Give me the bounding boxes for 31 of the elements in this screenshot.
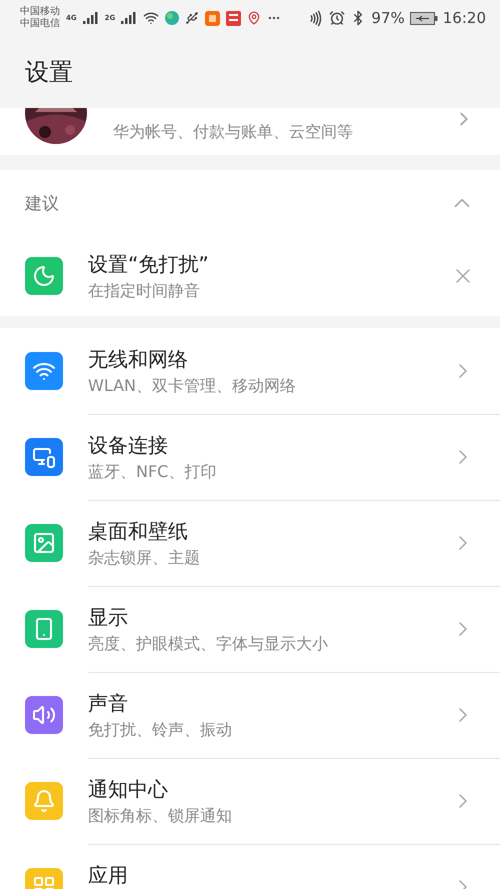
carrier-name: 中国移动 (20, 6, 60, 18)
clock-time: 16:20 (442, 9, 486, 27)
setting-subtitle: 图标角标、锁屏通知 (88, 804, 233, 826)
page-title: 设置 (25, 57, 73, 88)
section-title: 建议 (25, 192, 59, 214)
setting-subtitle: 亮度、护眼模式、字体与显示大小 (88, 632, 329, 654)
suggestion-subtitle: 在指定时间静音 (88, 280, 201, 302)
setting-title[interactable]: 声音 (88, 688, 451, 716)
setting-title[interactable]: 显示 (88, 602, 451, 630)
battery-icon (410, 12, 438, 24)
setting-subtitle: 蓝牙、NFC、打印 (88, 460, 218, 482)
carrier-name: 中国电信 (20, 18, 60, 30)
wifi-icon (143, 10, 160, 26)
usb-icon (185, 11, 200, 25)
suggestion-title[interactable]: 设置“免打扰” (88, 250, 451, 278)
signal-icon (121, 12, 138, 24)
app-icon (205, 10, 220, 26)
battery-percent: 97% (371, 9, 405, 27)
setting-title[interactable]: 无线和网络 (88, 344, 451, 372)
account-subtitle: 华为帐号、付款与账单、云空间等 (113, 121, 354, 143)
location-icon (247, 11, 262, 25)
setting-subtitle: 杂志锁屏、主题 (88, 546, 201, 568)
alarm-icon (329, 10, 346, 26)
setting-subtitle: 免打扰、铃声、振动 (88, 718, 233, 740)
setting-title[interactable]: 桌面和壁纸 (88, 516, 451, 544)
setting-title[interactable]: 通知中心 (88, 774, 451, 802)
app-icon (226, 10, 242, 26)
setting-title[interactable]: 设备连接 (88, 430, 451, 458)
setting-subtitle: WLAN、双卡管理、移动网络 (88, 374, 298, 396)
setting-title[interactable]: 应用 (88, 861, 451, 889)
signal-icon (82, 12, 99, 24)
